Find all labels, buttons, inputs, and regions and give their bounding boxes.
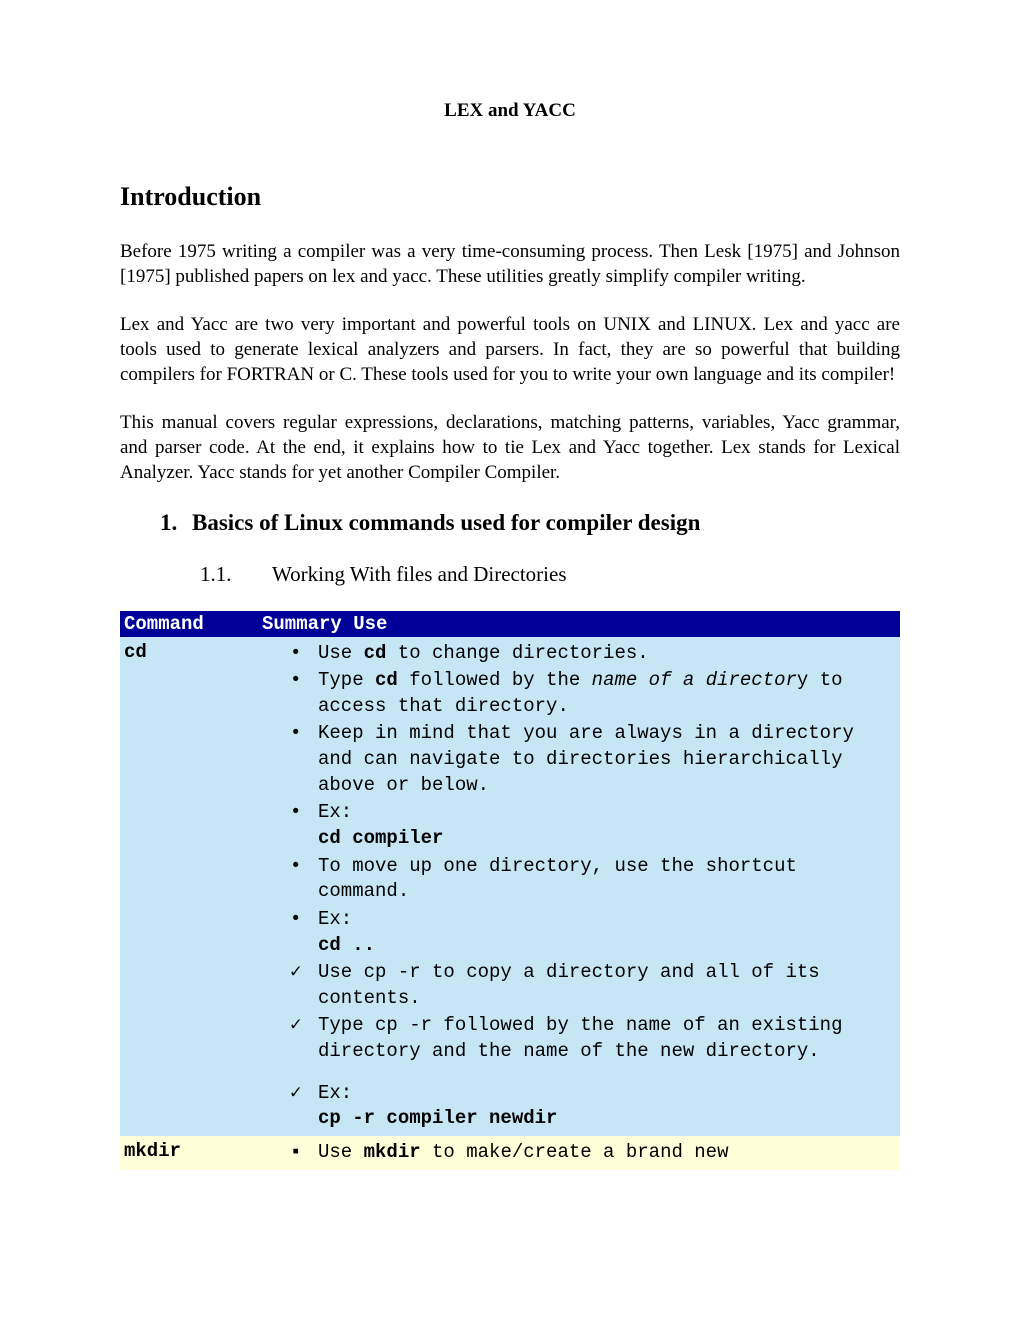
document-title: LEX and YACC	[120, 100, 900, 122]
check-icon: ✓	[290, 1013, 312, 1039]
subsection-1-1-title: Working With files and Directories	[272, 562, 567, 586]
section-1-title: Basics of Linux commands used for compil…	[192, 510, 700, 535]
cmd-name-cd: cd	[120, 637, 258, 1137]
table-row-mkdir: mkdir ▪ Use mkdir to make/create a brand…	[120, 1136, 900, 1170]
list-item: ✓ Use cp -r to copy a directory and all …	[290, 960, 894, 1013]
cmd-usage-cd: • Use cd to change directories. • Type c…	[258, 637, 900, 1137]
table-header-row: Command Summary Use	[120, 611, 900, 637]
list-item: • Use cd to change directories.	[290, 641, 894, 669]
bullet-icon: •	[290, 854, 312, 880]
list-item: • Ex: cd compiler	[290, 800, 894, 853]
commands-table: Command Summary Use cd • Use cd to chang…	[120, 611, 900, 1170]
check-icon: ✓	[290, 960, 312, 986]
cmd-name-mkdir: mkdir	[120, 1136, 258, 1170]
usage-list-cd: • Use cd to change directories. • Type c…	[262, 641, 894, 1135]
subsection-1-1-number: 1.1.	[200, 562, 272, 587]
list-item: • To move up one directory, use the shor…	[290, 854, 894, 907]
paragraph-1: Before 1975 writing a compiler was a ver…	[120, 240, 900, 289]
bullet-icon: •	[290, 907, 312, 933]
header-summary: Summary Use	[258, 611, 900, 637]
list-item: • Ex: cd ..	[290, 907, 894, 960]
code-example: cp -r compiler newdir	[318, 1107, 557, 1129]
check-icon: ✓	[290, 1081, 312, 1107]
code-example: cd compiler	[318, 827, 443, 849]
paragraph-2: Lex and Yacc are two very important and …	[120, 313, 900, 387]
paragraph-3: This manual covers regular expressions, …	[120, 411, 900, 485]
bullet-icon: •	[290, 721, 312, 747]
code-example: cd ..	[318, 934, 375, 956]
list-item: • Type cd followed by the name of a dire…	[290, 668, 894, 721]
list-item: ▪ Use mkdir to make/create a brand new	[290, 1140, 894, 1168]
square-bullet-icon: ▪	[290, 1140, 312, 1166]
usage-list-mkdir: ▪ Use mkdir to make/create a brand new	[262, 1140, 894, 1168]
list-item: ✓ Type cp -r followed by the name of an …	[290, 1013, 894, 1066]
list-item: ✓ Ex: cp -r compiler newdir	[290, 1081, 894, 1134]
list-item: • Keep in mind that you are always in a …	[290, 721, 894, 800]
heading-introduction: Introduction	[120, 182, 900, 212]
subsection-1-1-heading: 1.1.Working With files and Directories	[120, 562, 900, 587]
cmd-usage-mkdir: ▪ Use mkdir to make/create a brand new	[258, 1136, 900, 1170]
bullet-icon: •	[290, 800, 312, 826]
bullet-icon: •	[290, 668, 312, 694]
header-command: Command	[120, 611, 258, 637]
section-1-heading: 1.Basics of Linux commands used for comp…	[120, 510, 900, 536]
section-1-number: 1.	[160, 510, 192, 536]
bullet-icon: •	[290, 641, 312, 667]
table-row-cd: cd • Use cd to change directories. • Typ…	[120, 637, 900, 1137]
